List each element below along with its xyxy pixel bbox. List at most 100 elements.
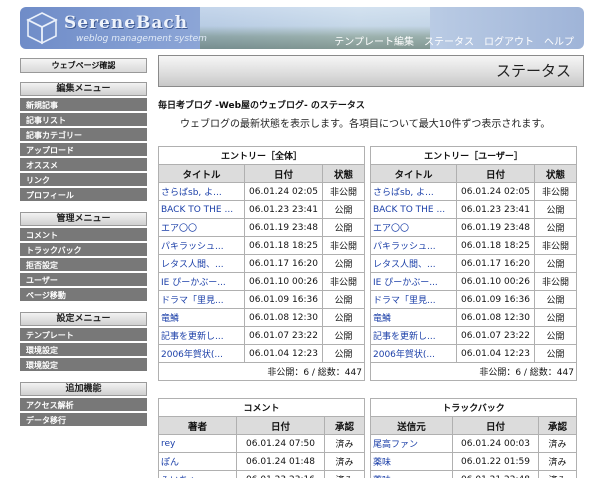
entries-all-summary: 非公開：6 / 総数：447 xyxy=(158,362,365,381)
table-row: レタス人間、... 06.01.17 16:20 公開 xyxy=(158,254,365,273)
row-date: 06.01.09 16:36 xyxy=(456,290,535,309)
cube-logo-icon xyxy=(26,12,58,45)
table-row: さらばsb, よ... 06.01.24 02:05 非公開 xyxy=(158,182,365,201)
row-title-link[interactable]: パキラッシュ... xyxy=(370,236,457,255)
col-date: 日付 xyxy=(236,416,325,435)
page-heading: 毎日考ブログ -Web屋のウェブログ- のステータス xyxy=(158,101,365,111)
row-title-link[interactable]: さらばsb, よ... xyxy=(370,182,457,201)
table-row: 竜鱗 06.01.08 12:30 公開 xyxy=(370,308,577,327)
row-status: 済み xyxy=(537,470,578,478)
row-status: 公開 xyxy=(534,290,577,309)
sidebar-item-trackback[interactable]: トラックバック xyxy=(20,243,147,258)
row-date: 06.01.04 12:23 xyxy=(456,344,535,363)
table-row: みいちゃ06.01.23 23:16済み xyxy=(158,470,365,478)
row-status: 公開 xyxy=(534,218,577,237)
sidebar-item-deny-settings[interactable]: 拒否設定 xyxy=(20,258,147,273)
sidebar-item-page-move[interactable]: ページ移動 xyxy=(20,288,147,303)
table-row: ぽん 06.01.24 01:48 済み xyxy=(158,452,365,471)
row-title-link[interactable]: パキラッシュ... xyxy=(158,236,245,255)
row-status: 非公開 xyxy=(534,272,577,291)
sidebar-section-settings-menu: 設定メニュー xyxy=(20,312,147,326)
sidebar-item-links[interactable]: リンク xyxy=(20,173,147,188)
row-date: 06.01.23 23:16 xyxy=(236,470,325,478)
logo-subtitle: weblog management system xyxy=(76,34,207,44)
row-date: 06.01.23 23:41 xyxy=(456,200,535,219)
row-date: 06.01.24 07:50 xyxy=(236,434,325,453)
row-status: 公開 xyxy=(322,326,365,345)
row-title-link[interactable]: さらばsb, よ... xyxy=(158,182,245,201)
row-title-link[interactable]: BACK TO THE ... xyxy=(370,200,457,219)
view-webpage-button[interactable]: ウェブページ確認 xyxy=(20,58,147,73)
row-status: 済み xyxy=(324,434,365,453)
sidebar-item-recommend[interactable]: オススメ xyxy=(20,158,147,173)
row-title-link[interactable]: みいちゃ xyxy=(158,470,237,478)
row-title-link[interactable]: ドラマ「里見... xyxy=(370,290,457,309)
nav-logout[interactable]: ログアウト xyxy=(484,33,534,48)
sidebar-item-access-analysis[interactable]: アクセス解析 xyxy=(20,398,147,413)
row-title-link[interactable]: 2006年賀状(... xyxy=(158,344,245,363)
sidebar-item-template[interactable]: テンプレート xyxy=(20,328,147,343)
row-title-link[interactable]: 記事を更新し... xyxy=(158,326,245,345)
table-row: 記事を更新し... 06.01.07 23:22 公開 xyxy=(158,326,365,345)
row-status: 非公開 xyxy=(322,236,365,255)
row-title-link[interactable]: ぽん xyxy=(158,452,237,471)
nav-help[interactable]: ヘルプ xyxy=(544,33,574,48)
sidebar-item-comments[interactable]: コメント xyxy=(20,228,147,243)
row-status: 済み xyxy=(324,452,365,471)
sidebar-item-profile[interactable]: プロフィール xyxy=(20,188,147,203)
nav-status[interactable]: ステータス xyxy=(424,33,474,48)
sidebar-item-data-migration[interactable]: データ移行 xyxy=(20,413,147,428)
row-title-link[interactable]: BACK TO THE ... xyxy=(158,200,245,219)
row-status: 公開 xyxy=(534,200,577,219)
sidebar-item-env-settings-1[interactable]: 環境設定 xyxy=(20,343,147,358)
row-title-link[interactable]: 薬味 xyxy=(370,452,453,471)
sidebar-item-users[interactable]: ユーザー xyxy=(20,273,147,288)
row-title-link[interactable]: エア〇〇 xyxy=(158,218,245,237)
table-row: BACK TO THE ... 06.01.23 23:41 公開 xyxy=(370,200,577,219)
row-title-link[interactable]: IE ぴーかぶー... xyxy=(158,272,245,291)
row-title-link[interactable]: rey xyxy=(158,434,237,453)
row-date: 06.01.08 12:30 xyxy=(244,308,323,327)
row-title-link[interactable]: レタス人間、... xyxy=(370,254,457,273)
page-title-bar: ステータス xyxy=(158,55,584,87)
table-row: rey 06.01.24 07:50 済み xyxy=(158,434,365,453)
table-row: レタス人間、... 06.01.17 16:20 公開 xyxy=(370,254,577,273)
row-date: 06.01.18 18:25 xyxy=(244,236,323,255)
row-date: 06.01.07 23:22 xyxy=(456,326,535,345)
sidebar-item-entry-category[interactable]: 記事カテゴリー xyxy=(20,128,147,143)
row-status: 済み xyxy=(537,434,578,453)
row-title-link[interactable]: 記事を更新し... xyxy=(370,326,457,345)
row-date: 06.01.21 22:48 xyxy=(452,470,539,478)
row-title-link[interactable]: レタス人間、... xyxy=(158,254,245,273)
row-title-link[interactable]: 2006年賀状(... xyxy=(370,344,457,363)
row-title-link[interactable]: 竜鱗 xyxy=(370,308,457,327)
col-state: 状態 xyxy=(534,164,577,183)
row-title-link[interactable]: ドラマ「里見... xyxy=(158,290,245,309)
main-content: ステータス 毎日考ブログ -Web屋のウェブログ- のステータス ウェブログの最… xyxy=(158,55,584,130)
nav-template-edit[interactable]: テンプレート編集 xyxy=(334,33,414,48)
table-row: IE ぴーかぶー... 06.01.10 00:26 非公開 xyxy=(370,272,577,291)
comments-table: コメント 著者 日付 承認 rey 06.01.24 07:50 済み ぽん 06.01… xyxy=(158,398,365,478)
logo-text[interactable]: SereneBach xyxy=(64,13,188,33)
table-row: 2006年賀状(... 06.01.04 12:23 公開 xyxy=(370,344,577,363)
row-title-link[interactable]: IE ぴーかぶー... xyxy=(370,272,457,291)
sidebar-item-upload[interactable]: アップロード xyxy=(20,143,147,158)
entries-all-table: エントリー［全体］ タイトル 日付 状態 さらばsb, よ... 06.01.24… xyxy=(158,146,365,381)
table-row: エア〇〇 06.01.19 23:48 公開 xyxy=(158,218,365,237)
row-title-link[interactable]: エア〇〇 xyxy=(370,218,457,237)
row-status: 公開 xyxy=(534,344,577,363)
table-row: 薬味 06.01.22 01:59 済み xyxy=(370,452,578,471)
top-navigation: テンプレート編集 ステータス ログアウト ヘルプ xyxy=(334,33,574,48)
row-status: 公開 xyxy=(322,254,365,273)
col-title: タイトル xyxy=(158,164,245,183)
col-title: タイトル xyxy=(370,164,457,183)
row-title-link[interactable]: 尾高ファン xyxy=(370,434,453,453)
row-date: 06.01.08 12:30 xyxy=(456,308,535,327)
sidebar-item-new-entry[interactable]: 新規記事 xyxy=(20,98,147,113)
sidebar-item-env-settings-2[interactable]: 環境設定 xyxy=(20,358,147,373)
sidebar-section-extras: 追加機能 xyxy=(20,382,147,396)
row-title-link[interactable]: 薬味 xyxy=(370,470,453,478)
row-date: 06.01.24 02:05 xyxy=(244,182,323,201)
sidebar-item-entry-list[interactable]: 記事リスト xyxy=(20,113,147,128)
row-title-link[interactable]: 竜鱗 xyxy=(158,308,245,327)
